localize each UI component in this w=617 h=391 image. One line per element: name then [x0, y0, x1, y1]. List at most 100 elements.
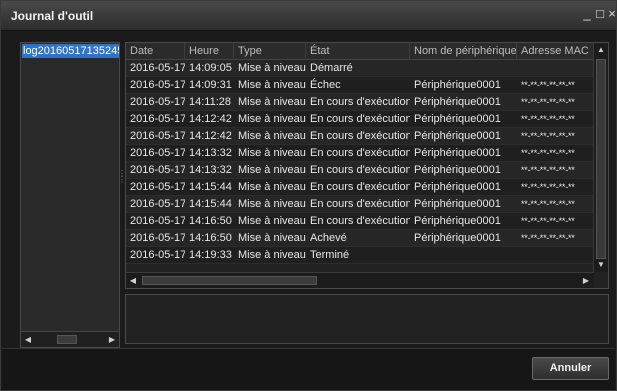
cell-type: Mise à niveau [238, 164, 306, 176]
cell-type: Mise à niveau [238, 113, 306, 125]
cell-date: 2016-05-17 [130, 164, 185, 176]
cell-type: Mise à niveau [238, 62, 306, 74]
cell-time: 14:11:28 [189, 96, 232, 108]
cell-status: En cours d'exécution [310, 147, 410, 159]
cell-time: 14:09:31 [189, 79, 232, 91]
table-horizontal-scrollbar[interactable]: ◀ ▶ [126, 272, 594, 288]
table-row[interactable]: 2016-05-17 14:13:32 Mise à niveau En cours … [126, 162, 594, 179]
cell-type: Mise à niveau [238, 147, 306, 159]
cell-date: 2016-05-17 [130, 79, 185, 91]
cell-mac-address: **-**-**-**-**-** [521, 131, 575, 141]
cell-status: En cours d'exécution [310, 215, 410, 227]
cell-status: En cours d'exécution [310, 164, 410, 176]
cell-time: 14:09:05 [189, 62, 232, 74]
cell-type: Mise à niveau [238, 130, 306, 142]
cell-device-name: Périphérique0001 [414, 79, 501, 91]
title-bar[interactable]: Journal d'outil _ □ × [1, 1, 616, 31]
table-vertical-scrollbar[interactable]: ▲ ▼ [593, 43, 608, 272]
cell-device-name: Périphérique0001 [414, 164, 501, 176]
table-row[interactable]: 2016-05-17 14:09:05 Mise à niveau Démarré [126, 60, 594, 77]
cell-status: Achevé [310, 232, 347, 244]
cell-device-name: Périphérique0001 [414, 113, 501, 125]
cell-device-name: Périphérique0001 [414, 232, 501, 244]
column-header-type[interactable]: Type [234, 43, 306, 60]
cell-status: En cours d'exécution [310, 113, 410, 125]
cell-device-name: Périphérique0001 [414, 130, 501, 142]
cell-mac-address: **-**-**-**-**-** [521, 114, 575, 124]
column-header-status[interactable]: État [306, 43, 410, 60]
scrollbar-thumb[interactable] [596, 59, 606, 259]
table-row[interactable]: 2016-05-17 14:12:42 Mise à niveau En cours … [126, 128, 594, 145]
cell-mac-address: **-**-**-**-**-** [521, 80, 575, 90]
log-file-item[interactable]: log20160517135245 [22, 44, 119, 58]
cell-type: Mise à niveau [238, 96, 306, 108]
log-list-horizontal-scrollbar[interactable]: ◀ ▶ [21, 331, 119, 347]
cell-type: Mise à niveau [238, 79, 306, 91]
close-icon[interactable]: × [606, 7, 617, 21]
cell-device-name: Périphérique0001 [414, 215, 501, 227]
log-table: Date Heure Type État Nom de périphérique… [125, 42, 609, 289]
table-row[interactable]: 2016-05-17 14:15:44 Mise à niveau En cours … [126, 196, 594, 213]
cell-status: En cours d'exécution [310, 181, 410, 193]
cell-date: 2016-05-17 [130, 113, 185, 125]
cell-date: 2016-05-17 [130, 147, 185, 159]
scrollbar-thumb[interactable] [57, 335, 77, 344]
cell-status: En cours d'exécution [310, 198, 410, 210]
table-row[interactable]: 2016-05-17 14:19:33 Mise à niveau Terminé [126, 247, 594, 264]
log-file-list[interactable]: log20160517135245 ◀ ▶ [20, 42, 120, 348]
column-header-device-name[interactable]: Nom de périphérique [410, 43, 517, 60]
panel-splitter-handle[interactable]: ⋮ ⋮ [118, 170, 126, 195]
cancel-button[interactable]: Annuler [532, 357, 609, 380]
column-header-time[interactable]: Heure [185, 43, 234, 60]
cell-date: 2016-05-17 [130, 198, 185, 210]
log-detail-area [125, 294, 609, 344]
cell-time: 14:12:42 [189, 113, 232, 125]
cell-mac-address: **-**-**-**-**-** [521, 216, 575, 226]
cell-status: En cours d'exécution [310, 130, 410, 142]
cell-mac-address: **-**-**-**-**-** [521, 199, 575, 209]
cell-device-name [410, 247, 517, 264]
scroll-up-icon[interactable]: ▲ [594, 43, 608, 57]
cell-mac-address [517, 247, 594, 264]
cell-status: Démarré [310, 62, 353, 74]
cell-date: 2016-05-17 [130, 181, 185, 193]
table-row[interactable]: 2016-05-17 14:12:42 Mise à niveau En cours … [126, 111, 594, 128]
window-title: Journal d'outil [11, 9, 94, 23]
scroll-left-icon[interactable]: ◀ [126, 273, 140, 288]
table-row[interactable]: 2016-05-17 14:09:31 Mise à niveau Échec Péri… [126, 77, 594, 94]
cell-type: Mise à niveau [238, 232, 306, 244]
cell-time: 14:13:32 [189, 147, 232, 159]
cell-mac-address: **-**-**-**-**-** [521, 165, 575, 175]
cell-date: 2016-05-17 [130, 130, 185, 142]
cell-device-name: Périphérique0001 [414, 96, 501, 108]
cell-type: Mise à niveau [238, 249, 306, 261]
cell-type: Mise à niveau [238, 181, 306, 193]
table-row[interactable]: 2016-05-17 14:16:50 Mise à niveau En cours … [126, 213, 594, 230]
cell-status: Terminé [310, 249, 350, 261]
scroll-right-icon[interactable]: ▶ [105, 332, 119, 347]
table-row[interactable]: 2016-05-17 14:13:32 Mise à niveau En cours … [126, 145, 594, 162]
cell-time: 14:12:42 [189, 130, 232, 142]
cell-time: 14:16:50 [189, 215, 232, 227]
scroll-left-icon[interactable]: ◀ [21, 332, 35, 347]
maximize-icon[interactable]: □ [594, 7, 606, 21]
column-header-date[interactable]: Date [126, 43, 185, 60]
cell-device-name [410, 60, 517, 77]
cell-status: En cours d'exécution [310, 96, 410, 108]
minimize-icon[interactable]: _ [581, 7, 593, 21]
cell-mac-address: **-**-**-**-**-** [521, 233, 575, 243]
cell-date: 2016-05-17 [130, 62, 185, 74]
column-header-mac-address[interactable]: Adresse MAC [517, 43, 594, 60]
footer-bar [2, 348, 615, 390]
cell-date: 2016-05-17 [130, 96, 185, 108]
cell-type: Mise à niveau [238, 215, 306, 227]
tool-log-window: Journal d'outil _ □ × log20160517135245 … [0, 0, 617, 391]
table-row[interactable]: 2016-05-17 14:16:50 Mise à niveau Achevé Pér… [126, 230, 594, 247]
scroll-right-icon[interactable]: ▶ [579, 273, 593, 288]
cell-device-name: Périphérique0001 [414, 181, 501, 193]
cell-status: Échec [310, 79, 341, 91]
table-row[interactable]: 2016-05-17 14:15:44 Mise à niveau En cours … [126, 179, 594, 196]
table-row[interactable]: 2016-05-17 14:11:28 Mise à niveau En cours … [126, 94, 594, 111]
scrollbar-thumb[interactable] [142, 276, 317, 285]
scroll-down-icon[interactable]: ▼ [594, 258, 608, 272]
